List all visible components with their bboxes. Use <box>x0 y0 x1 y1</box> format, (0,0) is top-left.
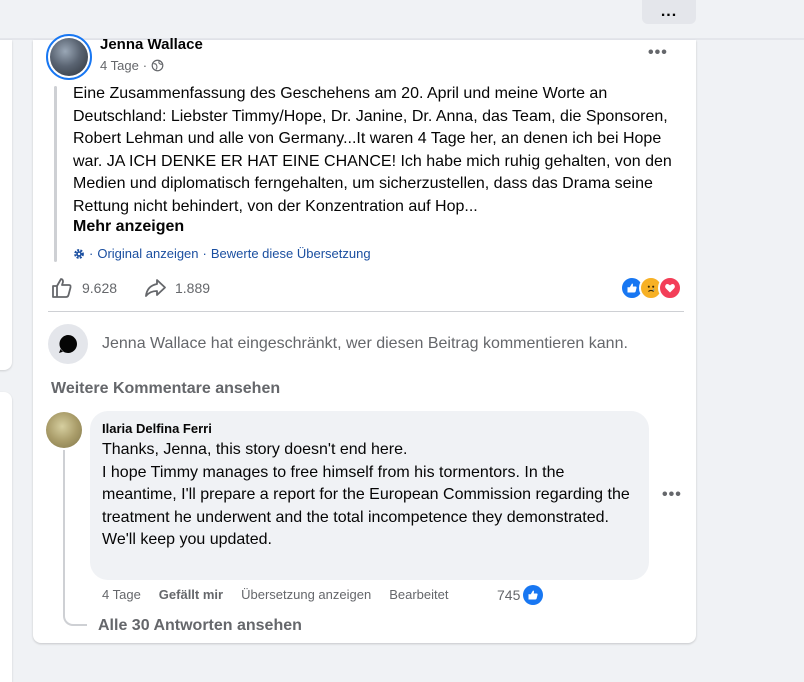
comment-reaction-number: 745 <box>497 587 521 603</box>
reply-thread-line <box>63 450 87 626</box>
share-arrow-icon <box>145 279 166 297</box>
translation-quote-bar <box>54 86 57 262</box>
comment-time[interactable]: 4 Tage <box>102 587 141 602</box>
author-avatar[interactable] <box>46 34 92 80</box>
gear-icon <box>74 248 84 259</box>
comment-bubble: Ilaria Delfina Ferri Thanks, Jenna, this… <box>90 411 649 580</box>
globe-icon <box>151 59 164 72</box>
avatar-image <box>50 38 88 76</box>
reaction-summary[interactable] <box>620 276 682 300</box>
speech-bubble-icon <box>59 335 77 353</box>
commenter-name[interactable]: Ilaria Delfina Ferri <box>102 421 637 436</box>
like-count: 9.628 <box>82 280 118 296</box>
thumbs-up-icon <box>52 278 72 298</box>
like-stat[interactable]: 9.628 <box>50 276 117 300</box>
like-reaction-icon <box>523 585 544 605</box>
share-stat[interactable]: 1.889 <box>143 276 210 300</box>
comment-line: Thanks, Jenna, this story doesn't end he… <box>102 441 408 458</box>
view-all-replies-link[interactable]: Alle 30 Antworten ansehen <box>98 617 302 635</box>
comment-line: I hope Timmy manages to free himself fro… <box>102 463 635 526</box>
meta-separator: · <box>142 58 148 73</box>
comment-actions: 4 Tage Gefällt mir Übersetzung anzeigen … <box>102 587 466 602</box>
show-translation-link[interactable]: Übersetzung anzeigen <box>241 587 371 602</box>
commenter-avatar[interactable] <box>46 412 82 448</box>
top-more-button[interactable]: ... <box>642 0 696 24</box>
comment-like-button[interactable]: Gefällt mir <box>159 587 223 602</box>
dot-separator-2: · <box>202 246 207 261</box>
comment-line: We'll keep you updated. <box>102 531 272 549</box>
show-original-link[interactable]: Original anzeigen <box>97 246 198 261</box>
share-count: 1.889 <box>175 280 211 296</box>
restricted-comment-icon <box>48 324 88 364</box>
comment-options-button[interactable]: ••• <box>662 486 682 504</box>
view-more-comments-link[interactable]: Weitere Kommentare ansehen <box>51 380 280 398</box>
post-text: Eine Zusammenfassung des Geschehens am 2… <box>73 85 672 215</box>
comment-text: Thanks, Jenna, this story doesn't end he… <box>102 439 637 552</box>
restricted-notice: Jenna Wallace hat eingeschränkt, wer die… <box>102 335 628 352</box>
post-options-button[interactable]: ••• <box>648 44 668 62</box>
rate-translation-link[interactable]: Bewerte diese Übersetzung <box>211 246 371 261</box>
author-name[interactable]: Jenna Wallace <box>100 36 203 53</box>
comment-reaction-count[interactable]: 745 <box>497 585 544 605</box>
post-time[interactable]: 4 Tage <box>100 58 139 73</box>
left-card-edge <box>0 40 12 370</box>
dot-separator: · <box>89 246 94 261</box>
post-meta: 4 Tage · <box>100 58 164 73</box>
left-card-edge-lower <box>0 392 12 682</box>
edited-label: Bearbeitet <box>389 587 449 602</box>
actions-divider <box>48 311 684 312</box>
love-reaction-icon <box>658 276 682 300</box>
translation-row: · Original anzeigen · Bewerte diese Über… <box>73 246 371 261</box>
see-more-link[interactable]: Mehr anzeigen <box>73 218 184 236</box>
